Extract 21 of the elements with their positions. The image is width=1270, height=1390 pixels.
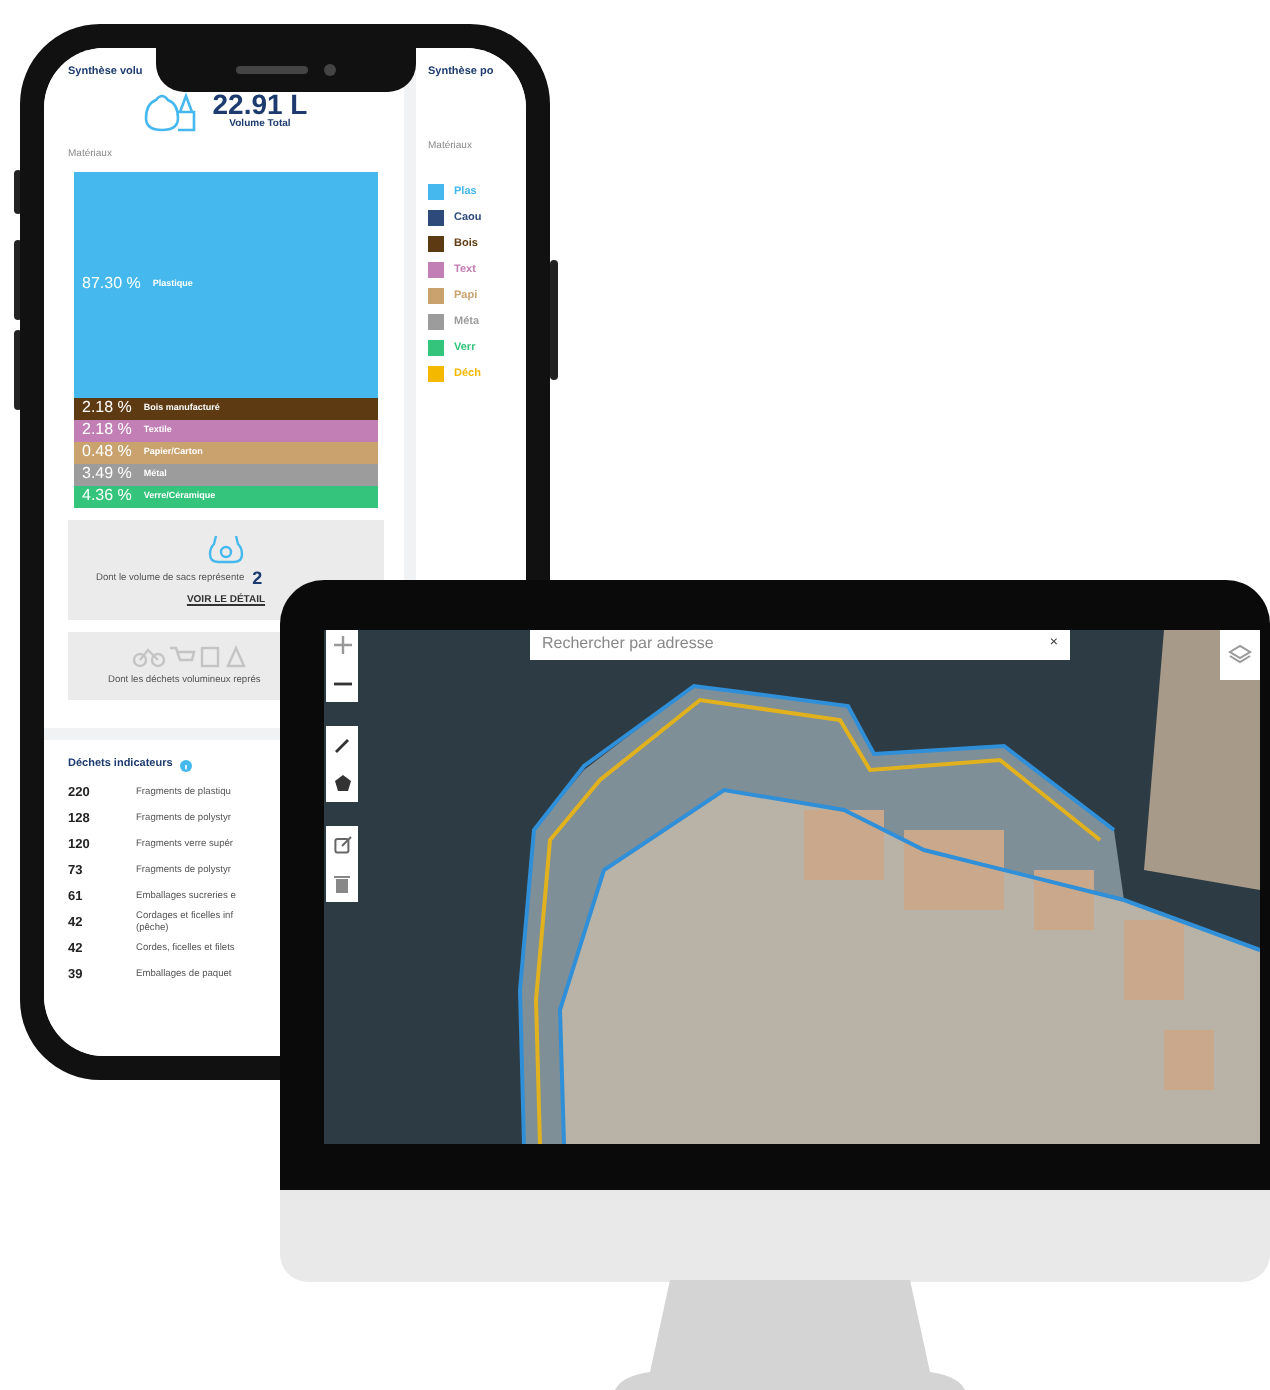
plus-icon: [333, 636, 351, 654]
speaker-icon: [235, 66, 307, 74]
volume-total: 22.91 L: [212, 89, 308, 117]
material-share: 2.18 %: [82, 422, 132, 439]
bulky-items-drawing: [132, 644, 252, 669]
layers-button[interactable]: [1220, 630, 1260, 680]
card-value: 2: [252, 569, 263, 588]
bag-icon: [144, 88, 197, 133]
edit-icon: [333, 836, 351, 854]
bags-icon: [208, 531, 244, 564]
polygon-icon: [333, 774, 351, 792]
layers-icon: [1228, 643, 1252, 663]
minus-icon: [333, 681, 351, 685]
line-icon: [334, 737, 350, 753]
material-share: 87.30 %: [82, 276, 141, 293]
camera-icon: [323, 64, 335, 76]
trash-icon: [334, 873, 350, 893]
material-share: 4.36 %: [82, 488, 132, 505]
material-share: 2.18 %: [82, 400, 132, 417]
material-share: 0.48 %: [82, 444, 132, 461]
material-share: 3.49 %: [82, 466, 132, 483]
